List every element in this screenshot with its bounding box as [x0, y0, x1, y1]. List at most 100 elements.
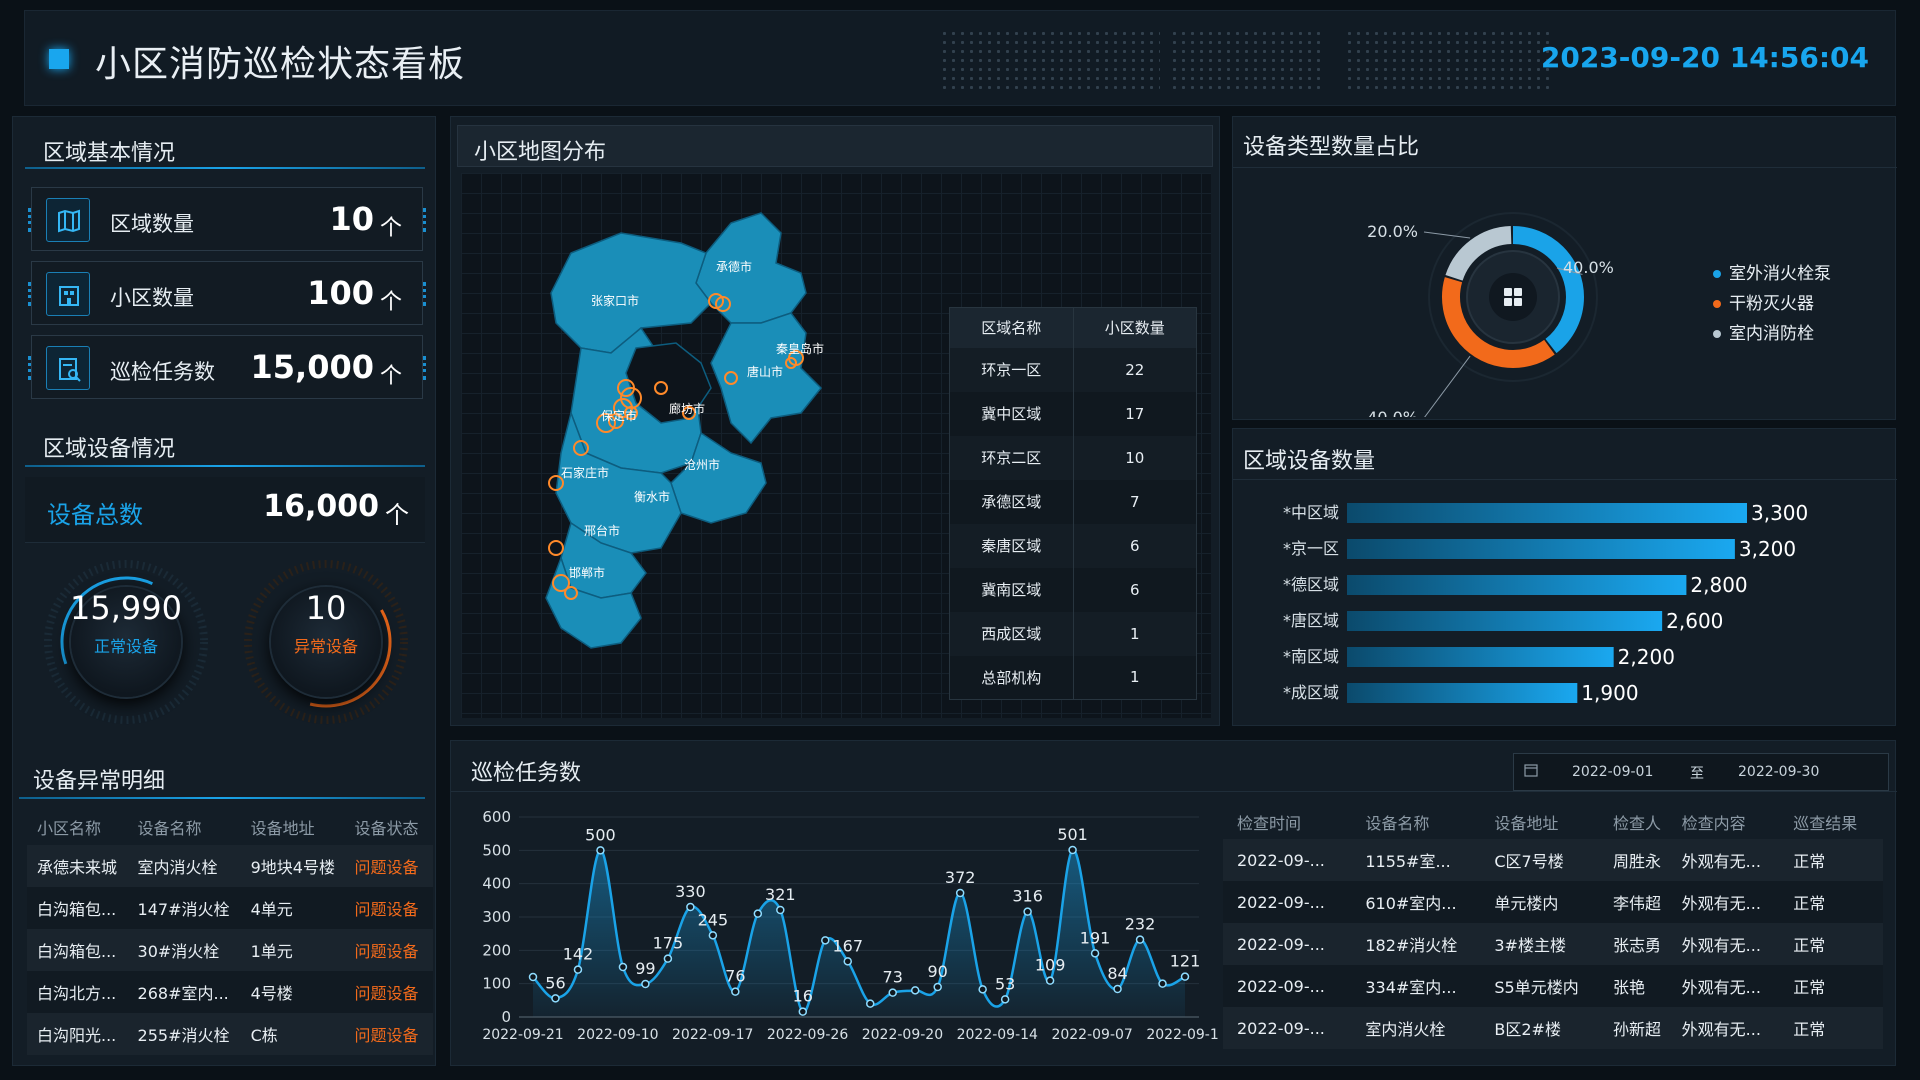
data-point: [1135, 935, 1145, 944]
column-header: 巡查结果: [1793, 814, 1858, 833]
data-label: 84: [1107, 964, 1127, 983]
map-panel-header: 小区地图分布: [457, 125, 1213, 167]
cell-content: 外观有无...: [1681, 1020, 1761, 1039]
stat-label: 巡检任务数: [110, 360, 215, 384]
data-point: [933, 982, 942, 992]
slice-label: 40.0%: [1563, 258, 1614, 277]
cell-device: 室内消火栓: [137, 858, 218, 877]
cell-device: 室内消火栓: [1365, 1020, 1446, 1039]
table-row[interactable]: 2022-09-... 182#消火栓 3#楼主楼 张志勇 外观有无... 正常: [1223, 923, 1883, 965]
table-row[interactable]: 2022-09-... 1155#室... C区7号楼 周胜永 外观有无... 正常: [1223, 839, 1883, 881]
table-row[interactable]: 白沟箱包... 147#消火栓 4单元 问题设备: [27, 887, 433, 929]
bar: [1347, 575, 1687, 595]
card-edge-mark: [28, 356, 31, 380]
legend-item[interactable]: 干粉灭火器: [1713, 289, 1831, 319]
data-label: 330: [675, 882, 706, 901]
cell-community: 承德未来城: [37, 858, 118, 877]
device-type-panel: 设备类型数量占比 40.0% 40.0% 20.0% 室外消火栓泵 干粉灭火器 室内…: [1232, 116, 1897, 420]
cell-time: 2022-09-...: [1237, 976, 1325, 996]
table-row[interactable]: 环京一区 22: [949, 347, 1197, 392]
table-row[interactable]: 白沟箱包... 30#消火栓 1单元 问题设备: [27, 929, 433, 971]
city-label: 唐山市: [747, 364, 783, 379]
section-divider: [25, 167, 425, 169]
city-label: 石家庄市: [561, 465, 609, 480]
cell-device: 334#室内...: [1365, 978, 1457, 997]
device-total-label: 设备总数: [47, 501, 143, 529]
y-tick-label: 300: [482, 908, 511, 926]
cell-time: 2022-09-...: [1237, 934, 1325, 954]
table-row[interactable]: 秦唐区域 6: [949, 523, 1197, 568]
device-total-value: 16,000: [263, 489, 379, 524]
bar-category-label: *京一区: [1283, 539, 1339, 558]
city-label: 邯郸市: [569, 565, 605, 580]
cell-address: 4号楼: [250, 984, 293, 1003]
column-header: 区域名称: [949, 307, 1074, 348]
cell-inspector: 孙新超: [1612, 1020, 1661, 1039]
cell-address: 9地块4号楼: [250, 858, 335, 877]
device-total-unit: 个: [385, 501, 409, 529]
table-header-row: 小区名称 设备名称 设备地址 设备状态: [27, 809, 433, 845]
city-label: 廊坊市: [669, 401, 705, 416]
data-point: [1113, 984, 1122, 994]
legend-item[interactable]: 室内消防栓: [1713, 319, 1831, 349]
legend-item[interactable]: 室外消火栓泵: [1713, 259, 1831, 289]
region-zhangjiakou: [550, 232, 712, 354]
table-header-row: 检查时间 设备名称 设备地址 检查人 检查内容 巡查结果: [1223, 805, 1883, 839]
y-tick-label: 0: [501, 1008, 511, 1026]
device-type-legend: 室外消火栓泵 干粉灭火器 室内消防栓: [1713, 259, 1831, 349]
table-row[interactable]: 冀中区域 17: [949, 391, 1197, 436]
device-type-donut-chart: 40.0% 40.0% 20.0%: [1367, 212, 1614, 417]
table-row[interactable]: 环京二区 10: [949, 435, 1197, 480]
region-basic-title: 区域基本情况: [43, 141, 176, 166]
data-point: [596, 846, 605, 855]
table-row[interactable]: 冀南区域 6: [949, 567, 1197, 612]
cell-inspector: 张艳: [1612, 978, 1645, 997]
data-point: [1068, 845, 1077, 855]
patrol-title: 巡检任务数: [471, 761, 582, 786]
data-point: [865, 999, 875, 1008]
bar: [1347, 539, 1735, 559]
map-canvas[interactable]: 承德市 张家口市 秦皇岛市 唐山市 保定市 廊坊市 沧州市 石家庄市 衡水市 邢…: [461, 173, 1211, 718]
data-label: 90: [928, 962, 948, 981]
data-point: [1023, 907, 1032, 916]
table-row[interactable]: 总部机构 1: [949, 655, 1197, 700]
y-tick-label: 200: [482, 941, 511, 959]
card-edge-mark: [423, 356, 426, 380]
bar: [1347, 611, 1663, 631]
cell-region: 总部机构: [949, 655, 1074, 700]
abnormal-detail-title: 设备异常明细: [33, 769, 166, 794]
table-row[interactable]: 承德区域 7: [949, 479, 1197, 524]
map-icon: [46, 198, 90, 242]
normal-device-label: 正常设备: [93, 637, 158, 656]
map-title: 小区地图分布: [474, 140, 607, 165]
data-point: [798, 1007, 808, 1016]
patrol-task-line-chart: 0 100 200 300 400 500 600 56 142 500 99 175 330 245 76…: [482, 808, 1219, 1043]
table-row[interactable]: 承德未来城 室内消火栓 9地块4号楼 问题设备: [27, 845, 433, 887]
table-row[interactable]: 白沟阳光... 255#消火栓 C栋 问题设备: [27, 1013, 433, 1055]
data-label: 245: [698, 910, 729, 929]
cell-content: 外观有无...: [1681, 852, 1761, 871]
table-row[interactable]: 2022-09-... 334#室内... S5单元楼内 张艳 外观有无... 正常: [1223, 965, 1883, 1007]
stat-value: 10: [329, 200, 374, 238]
city-label: 衡水市: [634, 489, 670, 504]
table-row[interactable]: 2022-09-... 室内消火栓 B区2#楼 孙新超 外观有无... 正常: [1223, 1007, 1883, 1049]
date-from-input[interactable]: 2022-09-01: [1572, 764, 1653, 780]
table-row[interactable]: 白沟北方... 268#室内... 4号楼 问题设备: [27, 971, 433, 1013]
table-row[interactable]: 西成区域 1: [949, 611, 1197, 656]
header-decoration-dots: [1170, 29, 1320, 89]
y-tick-label: 600: [482, 808, 511, 826]
header-logo-square: [49, 49, 69, 69]
data-point: [618, 962, 628, 972]
cell-content: 外观有无...: [1681, 936, 1761, 955]
table-row[interactable]: 2022-09-... 610#室内... 单元楼内 李伟超 外观有无... 正常: [1223, 881, 1883, 923]
date-to-input[interactable]: 2022-09-30: [1738, 764, 1819, 780]
cell-address: C栋: [250, 1026, 278, 1045]
data-point: [776, 905, 785, 915]
data-label: 99: [635, 959, 655, 978]
date-range-picker[interactable]: 2022-09-01 至 2022-09-30: [1513, 753, 1889, 791]
legend-label: 干粉灭火器: [1729, 294, 1814, 314]
table-header-row: 区域名称 小区数量: [949, 307, 1197, 348]
cell-address: B区2#楼: [1494, 1020, 1561, 1039]
cell-device: 1155#室...: [1365, 852, 1451, 871]
data-point: [573, 965, 583, 974]
